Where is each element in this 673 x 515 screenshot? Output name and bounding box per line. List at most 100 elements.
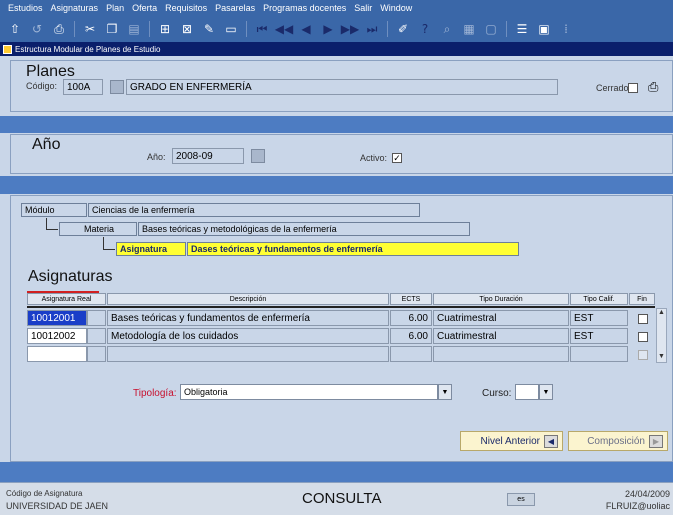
- toolbar-divider: [246, 21, 247, 37]
- row3-codigo[interactable]: [27, 346, 87, 362]
- cerrado-checkbox[interactable]: [628, 83, 638, 93]
- menu-pasarelas[interactable]: Pasarelas: [211, 3, 259, 13]
- plan-name-field[interactable]: GRADO EN ENFERMERÍA: [126, 79, 558, 95]
- codigo-field[interactable]: 100A: [63, 79, 103, 95]
- row3-descripcion[interactable]: [107, 346, 389, 362]
- scroll-up-icon[interactable]: ▲: [657, 309, 666, 318]
- row3-fin-checkbox[interactable]: [638, 350, 648, 360]
- delete-record-icon[interactable]: ⊠: [178, 20, 196, 38]
- row2-descripcion[interactable]: Metodología de los cuidados: [107, 328, 389, 344]
- copy-icon[interactable]: ❐: [103, 20, 121, 38]
- grid-icon[interactable]: ⁞: [557, 20, 575, 38]
- paste-icon[interactable]: ▤: [125, 20, 143, 38]
- materia-field[interactable]: Bases teóricas y metodológicas de la enf…: [138, 222, 470, 236]
- list-icon[interactable]: ☰: [513, 20, 531, 38]
- row1-codigo[interactable]: 10012001: [27, 310, 87, 326]
- curso-dropdown-icon[interactable]: ▼: [539, 384, 553, 400]
- row2-lov-button[interactable]: [87, 328, 106, 344]
- activo-checkbox[interactable]: ✓: [392, 153, 402, 163]
- menu-window[interactable]: Window: [376, 3, 416, 13]
- edit-icon[interactable]: ✐: [394, 20, 412, 38]
- print-icon[interactable]: ⎙: [648, 80, 664, 95]
- calendar-icon[interactable]: ▦: [460, 20, 478, 38]
- row3-duracion[interactable]: [433, 346, 569, 362]
- codigo-label: Código:: [26, 81, 58, 91]
- menu-asignaturas[interactable]: Asignaturas: [47, 3, 103, 13]
- window-app-icon: [3, 44, 12, 54]
- row1-duracion[interactable]: Cuatrimestral: [433, 310, 569, 326]
- row3-ects[interactable]: [390, 346, 432, 362]
- row3-lov-button[interactable]: [87, 346, 106, 362]
- materia-label: Materia: [59, 222, 137, 236]
- undo-icon[interactable]: ↺: [28, 20, 46, 38]
- section-divider-band: [0, 116, 673, 133]
- modulo-label: Módulo: [21, 203, 87, 217]
- first-record-icon[interactable]: ⏮: [253, 20, 271, 38]
- curso-select[interactable]: [515, 384, 539, 400]
- row2-duracion[interactable]: Cuatrimestral: [433, 328, 569, 344]
- asignatura-field[interactable]: Dases teóricas y fundamentos de enfermer…: [187, 242, 519, 256]
- composicion-button[interactable]: Composición ▶: [568, 431, 668, 451]
- status-bar: Código de Asignatura UNIVERSIDAD DE JAEN…: [0, 482, 673, 515]
- menu-estudios[interactable]: Estudios: [4, 3, 47, 13]
- tree-connector: [103, 237, 115, 250]
- codigo-lov-button[interactable]: [110, 80, 124, 94]
- menu-requisitos[interactable]: Requisitos: [161, 3, 211, 13]
- clear-icon[interactable]: ▭: [222, 20, 240, 38]
- activo-label: Activo:: [360, 153, 388, 163]
- menu-programas-docentes[interactable]: Programas docentes: [259, 3, 350, 13]
- bottom-band: [0, 462, 673, 482]
- query-icon[interactable]: ✎: [200, 20, 218, 38]
- anio-field[interactable]: 2008-09: [172, 148, 244, 164]
- help-icon[interactable]: ?: [416, 20, 434, 38]
- row1-calif[interactable]: EST: [570, 310, 628, 326]
- window-title: Estructura Modular de Planes de Estudio: [15, 44, 161, 54]
- tipologia-label: Tipología:: [133, 388, 177, 399]
- next-record-icon[interactable]: ▶: [319, 20, 337, 38]
- composicion-label: Composición: [587, 435, 645, 447]
- row3-calif[interactable]: [570, 346, 628, 362]
- toolbar-divider: [387, 21, 388, 37]
- modulo-field[interactable]: Ciencias de la enfermería: [88, 203, 420, 217]
- col-tipo-calif[interactable]: Tipo Calif.: [570, 293, 628, 305]
- arrow-left-icon: ◀: [544, 434, 558, 448]
- curso-label: Curso:: [482, 388, 512, 399]
- row1-lov-button[interactable]: [87, 310, 106, 326]
- col-ects[interactable]: ECTS: [390, 293, 432, 305]
- menu-oferta[interactable]: Oferta: [128, 3, 161, 13]
- anio-panel: [10, 134, 673, 174]
- col-tipo-duracion[interactable]: Tipo Duración: [433, 293, 569, 305]
- row2-calif[interactable]: EST: [570, 328, 628, 344]
- anio-lov-button[interactable]: [251, 149, 265, 163]
- row2-ects[interactable]: 6.00: [390, 328, 432, 344]
- nivel-anterior-label: Nivel Anterior: [480, 435, 540, 447]
- toolbar: ⇧ ↺ ⎙ ✂ ❐ ▤ ⊞ ⊠ ✎ ▭ ⏮ ◀◀ ◀ ▶ ▶▶ ⏭ ✐ ? ⌕ …: [0, 16, 673, 42]
- previous-set-icon[interactable]: ◀◀: [275, 20, 293, 38]
- row1-ects[interactable]: 6.00: [390, 310, 432, 326]
- row2-fin-checkbox[interactable]: [638, 332, 648, 342]
- col-fin[interactable]: Fin: [629, 293, 655, 305]
- previous-record-icon[interactable]: ◀: [297, 20, 315, 38]
- menu-salir[interactable]: Salir: [350, 3, 376, 13]
- window-icon[interactable]: ▢: [482, 20, 500, 38]
- print-icon[interactable]: ⎙: [50, 20, 68, 38]
- search-icon[interactable]: ⌕: [438, 20, 456, 38]
- save-icon[interactable]: ⇧: [6, 20, 24, 38]
- insert-record-icon[interactable]: ⊞: [156, 20, 174, 38]
- export-icon[interactable]: ▣: [535, 20, 553, 38]
- row1-descripcion[interactable]: Bases teóricas y fundamentos de enfermer…: [107, 310, 389, 326]
- menu-plan[interactable]: Plan: [102, 3, 128, 13]
- tipologia-select[interactable]: Obligatoria: [180, 384, 438, 400]
- tipologia-dropdown-icon[interactable]: ▼: [438, 384, 452, 400]
- last-record-icon[interactable]: ⏭: [363, 20, 381, 38]
- scroll-down-icon[interactable]: ▼: [657, 353, 666, 362]
- toolbar-divider: [74, 21, 75, 37]
- nivel-anterior-button[interactable]: Nivel Anterior ◀: [460, 431, 563, 451]
- next-set-icon[interactable]: ▶▶: [341, 20, 359, 38]
- row1-fin-checkbox[interactable]: [638, 314, 648, 324]
- window-title-bar: Estructura Modular de Planes de Estudio: [0, 42, 673, 56]
- col-asignatura-real[interactable]: Asignatura Real: [27, 293, 106, 305]
- row2-codigo[interactable]: 10012002: [27, 328, 87, 344]
- cut-icon[interactable]: ✂: [81, 20, 99, 38]
- col-descripcion[interactable]: Descripción: [107, 293, 389, 305]
